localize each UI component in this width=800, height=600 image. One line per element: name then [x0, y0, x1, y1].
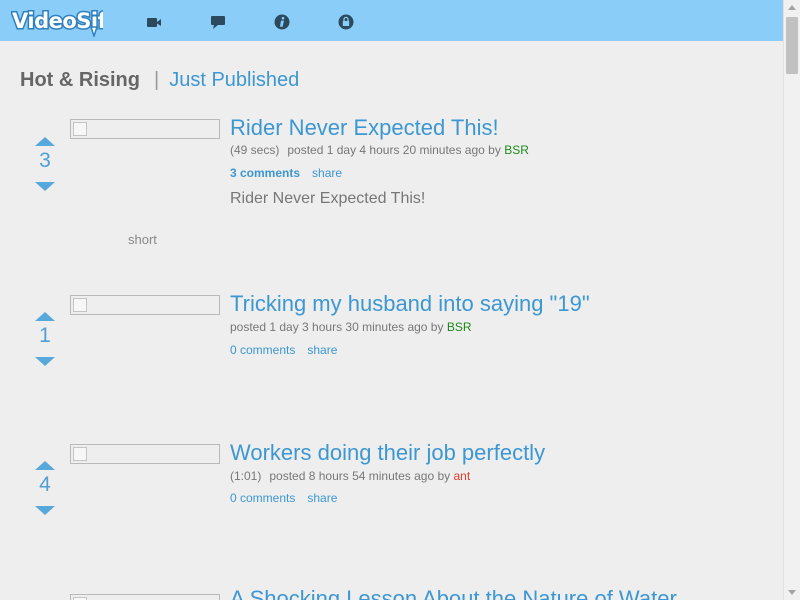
scroll-thumb[interactable]	[786, 17, 798, 74]
logo-arrow-icon	[89, 26, 99, 37]
post-author[interactable]: BSR	[447, 320, 472, 334]
post-actions: 0 comments share	[230, 342, 337, 358]
vote-count: 1	[39, 324, 51, 347]
downvote-arrow-icon[interactable]	[35, 506, 55, 515]
logo-text: VideoSift	[12, 9, 103, 33]
videosift-logo[interactable]: VideoSift	[11, 5, 103, 37]
scroll-up-arrow-icon[interactable]	[788, 5, 796, 10]
upvote-arrow-icon[interactable]	[35, 461, 55, 470]
feed-tabs: Hot & Rising | Just Published	[20, 67, 299, 93]
tab-just-published[interactable]: Just Published	[169, 69, 299, 91]
post-meta: (1:01) posted 8 hours 54 minutes ago by a…	[230, 468, 470, 484]
video-camera-icon[interactable]	[146, 14, 162, 30]
post-title[interactable]: Rider Never Expected This!	[230, 115, 499, 141]
share-link[interactable]: share	[312, 166, 342, 180]
downvote-arrow-icon[interactable]	[35, 357, 55, 366]
chat-bubble-icon[interactable]	[210, 14, 226, 30]
posted-time: posted 1 day 3 hours 30 minutes ago by	[230, 320, 444, 334]
tab-separator: |	[154, 69, 160, 91]
upvote-arrow-icon[interactable]	[35, 312, 55, 321]
upvote-arrow-icon[interactable]	[35, 137, 55, 146]
video-thumbnail[interactable]	[70, 295, 220, 315]
broken-image-icon	[73, 122, 87, 136]
video-duration: (1:01)	[230, 469, 262, 483]
video-thumbnail[interactable]	[70, 594, 220, 600]
video-duration: (49 secs)	[230, 143, 280, 157]
post-description: Rider Never Expected This!	[230, 190, 426, 207]
post-title[interactable]: A Shocking Lesson About the Nature of Wa…	[230, 586, 677, 600]
post-actions: 0 comments share	[230, 490, 337, 506]
posted-time: posted 8 hours 54 minutes ago by	[269, 469, 451, 483]
post-title[interactable]: Workers doing their job perfectly	[230, 440, 545, 466]
comments-link[interactable]: 3 comments	[230, 166, 300, 180]
posted-time: posted 1 day 4 hours 20 minutes ago by	[287, 143, 501, 157]
comments-link[interactable]: 0 comments	[230, 491, 295, 505]
post-tag[interactable]: short	[128, 232, 157, 248]
tab-hot-rising[interactable]: Hot & Rising	[20, 69, 140, 91]
post-meta: posted 1 day 3 hours 30 minutes ago by B…	[230, 319, 472, 335]
scroll-down-arrow-icon[interactable]	[788, 590, 796, 595]
comments-link[interactable]: 0 comments	[230, 343, 295, 357]
post-author[interactable]: ant	[454, 469, 471, 483]
vote-count: 3	[39, 149, 51, 172]
video-thumbnail[interactable]	[70, 444, 220, 464]
broken-image-icon	[73, 298, 87, 312]
downvote-arrow-icon[interactable]	[35, 182, 55, 191]
lock-icon[interactable]	[338, 14, 354, 30]
post-title[interactable]: Tricking my husband into saying "19"	[230, 291, 590, 317]
post-meta: (49 secs) posted 1 day 4 hours 20 minutes…	[230, 142, 529, 158]
page-scrollbar[interactable]	[783, 0, 800, 600]
post-actions: 3 comments share	[230, 165, 342, 181]
share-link[interactable]: share	[307, 343, 337, 357]
broken-image-icon	[73, 447, 87, 461]
video-thumbnail[interactable]	[70, 119, 220, 139]
header-bar: VideoSift	[0, 0, 783, 41]
info-icon[interactable]	[274, 14, 290, 30]
share-link[interactable]: share	[307, 491, 337, 505]
vote-count: 4	[39, 473, 51, 496]
post-author[interactable]: BSR	[504, 143, 529, 157]
